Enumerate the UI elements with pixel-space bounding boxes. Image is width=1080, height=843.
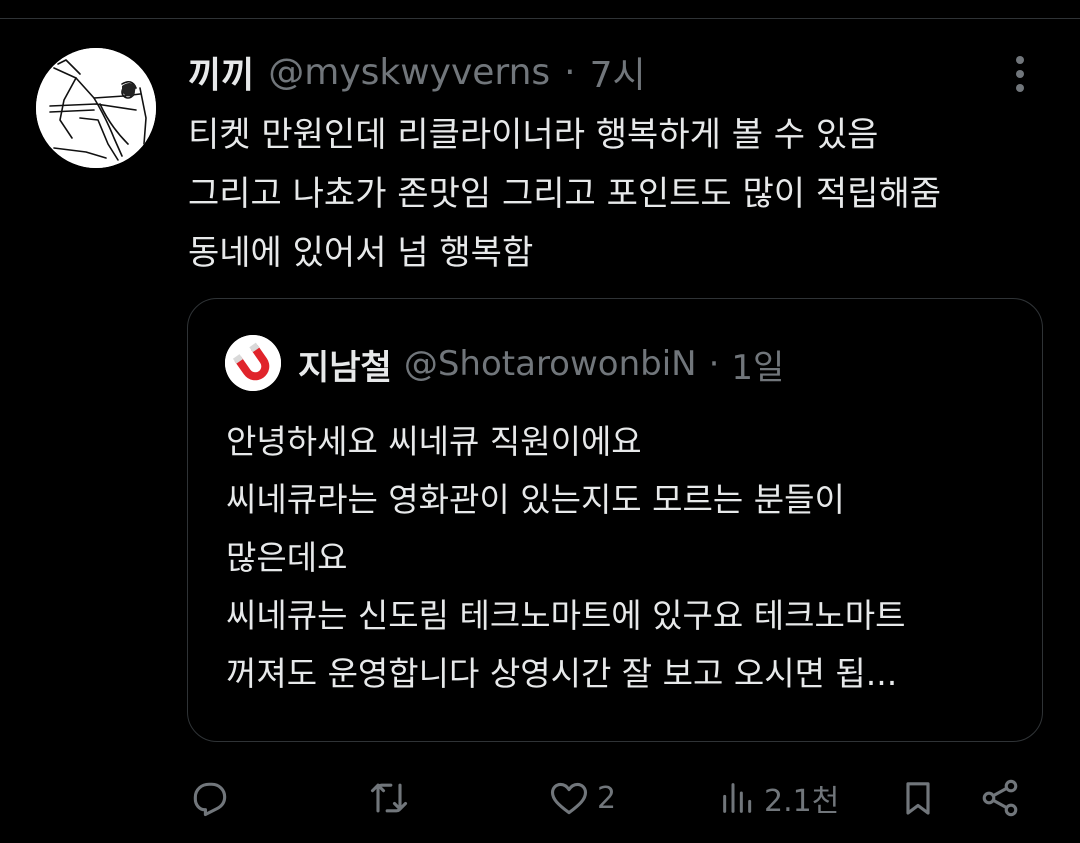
quoted-timestamp[interactable]: 1일 (731, 340, 784, 389)
magnet-icon (225, 335, 281, 391)
quoted-text-line: 안녕하세요 씨네큐 직원이에요 (226, 422, 642, 461)
tweet-text: 티켓 만원인데 리클라이너라 행복하게 볼 수 있음 그리고 나쵸가 존맛임 그… (188, 106, 1048, 283)
quoted-avatar[interactable] (225, 335, 281, 391)
quoted-text-line: 꺼져도 운영합니다 상영시간 잘 보고 오시면 됩... (226, 654, 898, 693)
timestamp[interactable]: 7시 (590, 46, 646, 98)
tweet-text-line: 그리고 나쵸가 존맛임 그리고 포인트도 많이 적립해줌 (188, 174, 942, 214)
quoted-text-line: 많은데요 (226, 538, 348, 577)
user-handle[interactable]: @myskwyverns (268, 52, 550, 93)
reply-icon (193, 782, 227, 817)
tweet-text-line: 티켓 만원인데 리클라이너라 행복하게 볼 수 있음 (188, 115, 879, 155)
views-icon (723, 783, 752, 813)
like-button[interactable]: 2 (547, 770, 616, 826)
tweet-text-line: 동네에 있어서 넘 행복함 (188, 233, 534, 273)
more-dot-icon (1016, 56, 1024, 64)
more-dot-icon (1016, 70, 1024, 78)
quoted-text-line: 씨네큐라는 영화관이 있는지도 모르는 분들이 (226, 480, 845, 519)
bookmark-icon (906, 782, 930, 815)
more-dot-icon (1016, 84, 1024, 92)
retweet-button[interactable] (365, 770, 413, 826)
avatar[interactable] (36, 48, 156, 168)
action-bar: 2 2.1천 (0, 770, 1080, 826)
views-count: 2.1천 (764, 784, 840, 819)
retweet-icon (370, 783, 408, 813)
tweet[interactable]: 끼끼 @myskwyverns · 7시 티켓 만원인데 리클라이너라 행복하게… (0, 0, 1080, 843)
separator-dot: · (708, 344, 720, 384)
views-button[interactable]: 2.1천 (718, 770, 839, 826)
quoted-text-line: 씨네큐는 신도림 테크노마트에 있구요 테크노마트 (226, 596, 906, 635)
more-options-button[interactable] (1004, 52, 1036, 96)
share-button[interactable] (978, 770, 1022, 826)
quoted-tweet-card[interactable]: 지남철 @ShotarowonbiN · 1일 안녕하세요 씨네큐 직원이에요 … (187, 298, 1043, 742)
display-name[interactable]: 끼끼 (188, 46, 254, 98)
share-icon (982, 779, 1018, 817)
reply-button[interactable] (188, 770, 232, 826)
tweet-header: 끼끼 @myskwyverns · 7시 (188, 46, 646, 98)
like-count: 2 (597, 780, 617, 816)
heart-icon (550, 782, 588, 815)
sketch-avatar-icon (36, 48, 156, 168)
quoted-display-name[interactable]: 지남철 (298, 340, 392, 389)
quoted-user-handle[interactable]: @ShotarowonbiN (404, 344, 697, 384)
quoted-text: 안녕하세요 씨네큐 직원이에요 씨네큐라는 영화관이 있는지도 모르는 분들이 … (226, 413, 1016, 703)
bookmark-button[interactable] (898, 770, 938, 826)
quoted-header: 지남철 @ShotarowonbiN · 1일 (298, 340, 784, 389)
separator-dot: · (564, 51, 576, 93)
